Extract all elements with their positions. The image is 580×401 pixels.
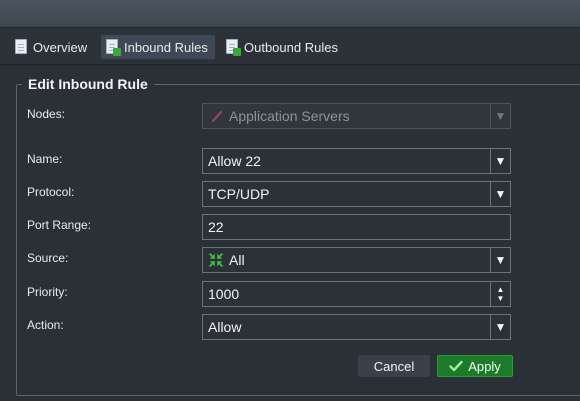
nodes-value: Application Servers (229, 108, 350, 124)
edit-rule-panel (16, 84, 580, 396)
protocol-label: Protocol: (27, 185, 75, 199)
spinner-icon[interactable]: ▲ ▼ (490, 282, 510, 306)
source-value: All (229, 252, 245, 268)
document-import-icon (106, 39, 121, 56)
document-icon (15, 39, 28, 55)
protocol-value: TCP/UDP (208, 186, 270, 202)
source-select[interactable]: All ▼ (202, 247, 511, 273)
protocol-select[interactable]: TCP/UDP ▼ (202, 181, 511, 207)
apply-button[interactable]: Apply (437, 355, 513, 377)
tab-outbound-rules-label: Outbound Rules (244, 39, 338, 55)
apply-button-label: Apply (468, 358, 501, 374)
action-value: Allow (208, 319, 242, 335)
port-range-input[interactable]: 22 (202, 214, 511, 240)
chevron-down-icon[interactable]: ▼ (490, 182, 510, 206)
nodes-label: Nodes: (27, 107, 66, 121)
tab-outbound-rules[interactable]: Outbound Rules (221, 35, 345, 59)
tab-bar: Overview Inbound Rules Outbound Rules (0, 29, 580, 65)
name-label: Name: (27, 152, 63, 166)
name-value: Allow 22 (208, 153, 261, 169)
document-export-icon (226, 39, 241, 56)
chevron-down-icon[interactable]: ▼ (490, 248, 510, 272)
panel-title: Edit Inbound Rule (22, 76, 154, 92)
source-label: Source: (27, 251, 69, 265)
cancel-button[interactable]: Cancel (358, 355, 430, 377)
tab-inbound-rules-label: Inbound Rules (124, 39, 208, 55)
port-range-label: Port Range: (27, 218, 92, 232)
nodes-icon (209, 253, 223, 267)
chevron-down-icon[interactable]: ▼ (490, 104, 510, 128)
tab-inbound-rules[interactable]: Inbound Rules (101, 35, 215, 59)
priority-stepper[interactable]: 1000 ▲ ▼ (202, 281, 511, 307)
tab-overview-label: Overview (33, 39, 88, 55)
tab-overview[interactable]: Overview (10, 35, 94, 59)
chevron-down-icon[interactable]: ▼ (490, 149, 510, 173)
pencil-icon (212, 111, 222, 122)
nodes-select[interactable]: Application Servers ▼ (202, 103, 511, 129)
chevron-down-icon[interactable]: ▼ (490, 315, 510, 339)
action-label: Action: (27, 318, 64, 332)
name-combobox[interactable]: Allow 22 ▼ (202, 148, 511, 174)
check-icon (449, 360, 463, 372)
window-titlebar (0, 0, 580, 28)
priority-label: Priority: (27, 285, 68, 299)
priority-value: 1000 (208, 286, 240, 302)
port-range-value: 22 (208, 219, 224, 235)
action-select[interactable]: Allow ▼ (202, 314, 511, 340)
cancel-button-label: Cancel (373, 358, 415, 374)
